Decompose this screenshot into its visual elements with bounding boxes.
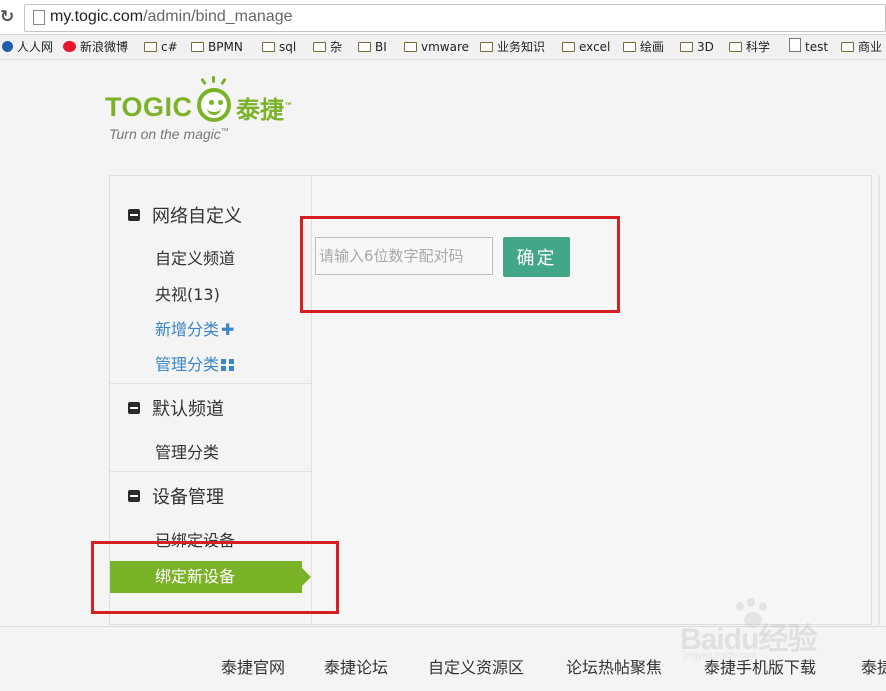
bookmark-folder-bpmn[interactable]: BPMN — [191, 38, 243, 56]
folder-icon — [262, 42, 275, 52]
annotation-box-sidebar — [91, 541, 339, 614]
page-icon — [33, 10, 45, 25]
logo-chinese-name: 泰捷™ — [236, 96, 293, 124]
weibo-icon — [63, 41, 76, 52]
folder-icon — [680, 42, 693, 52]
bookmark-weibo[interactable]: 新浪微博 — [63, 38, 128, 56]
reload-icon[interactable]: ↻ — [0, 7, 14, 27]
section-default-channels[interactable]: 默认频道 — [128, 399, 224, 421]
watermark-subtext: jingyan.baidu.com — [684, 650, 757, 660]
address-bar: ↻ my.togic.com/admin/bind_manage — [0, 0, 886, 35]
baidu-jingyan-watermark: Baidu经验 jingyan.baidu.com — [680, 598, 850, 660]
collapse-icon[interactable] — [128, 402, 140, 414]
footer-link-custom-resources[interactable]: 自定义资源区 — [428, 658, 524, 678]
folder-icon — [480, 42, 493, 52]
folder-icon — [358, 42, 371, 52]
bookmark-folder-commerce[interactable]: 商业 — [841, 38, 882, 56]
bookmark-folder-sql[interactable]: sql — [262, 38, 296, 56]
sidebar-item-custom-channel[interactable]: 自定义频道 — [155, 249, 235, 269]
sidebar-item-manage-category[interactable]: 管理分类 — [155, 355, 235, 375]
folder-icon — [562, 42, 575, 52]
collapse-icon[interactable] — [128, 490, 140, 502]
divider — [110, 471, 311, 472]
footer-link-official-site[interactable]: 泰捷官网 — [221, 658, 285, 678]
sidebar-item-manage-default-category[interactable]: 管理分类 — [155, 443, 219, 463]
folder-icon — [191, 42, 204, 52]
bookmark-folder-bi[interactable]: BI — [358, 38, 387, 56]
bookmark-folder-drawing[interactable]: 绘画 — [623, 38, 664, 56]
footer-link-more[interactable]: 泰捷 — [861, 658, 886, 678]
bookmark-renren[interactable]: 人人网 — [2, 38, 53, 56]
footer-link-forum[interactable]: 泰捷论坛 — [324, 658, 388, 678]
plus-icon: ✚ — [221, 320, 235, 339]
smiley-face-icon — [197, 88, 231, 122]
grid-icon — [221, 359, 235, 371]
bookmark-folder-excel[interactable]: excel — [562, 38, 610, 56]
sidebar-item-cctv[interactable]: 央视(13) — [155, 285, 220, 305]
folder-icon — [729, 42, 742, 52]
folder-icon — [404, 42, 417, 52]
annotation-box-input — [300, 216, 620, 313]
bookmark-test[interactable]: test — [789, 38, 828, 56]
section-device-management[interactable]: 设备管理 — [128, 487, 224, 509]
bookmark-folder-science[interactable]: 科学 — [729, 38, 770, 56]
url-text[interactable]: my.togic.com/admin/bind_manage — [50, 7, 293, 27]
logo-wordmark: TOGIC — [105, 92, 193, 122]
footer-link-mobile-download[interactable]: 泰捷手机版下载 — [704, 658, 816, 678]
folder-icon — [841, 42, 854, 52]
bookmark-folder-3d[interactable]: 3D — [680, 38, 714, 56]
folder-icon — [144, 42, 157, 52]
footer-link-hot-posts[interactable]: 论坛热帖聚焦 — [566, 658, 662, 678]
section-network-custom[interactable]: 网络自定义 — [128, 206, 242, 228]
page-icon — [789, 38, 801, 52]
sidebar-item-add-category[interactable]: 新增分类 ✚ — [155, 320, 234, 340]
page-edge — [878, 175, 880, 625]
bookmark-folder-misc[interactable]: 杂 — [313, 38, 342, 56]
folder-icon — [623, 42, 636, 52]
bookmark-folder-csharp[interactable]: c# — [144, 38, 178, 56]
bookmarks-bar: 人人网 新浪微博 c# BPMN sql 杂 BI vmware 业务知识 ex… — [0, 35, 886, 60]
folder-icon — [313, 42, 326, 52]
bookmark-folder-vmware[interactable]: vmware — [404, 38, 469, 56]
renren-icon — [2, 41, 13, 52]
logo-tagline: Turn on the magic™ — [109, 126, 229, 142]
collapse-icon[interactable] — [128, 209, 140, 221]
url-field[interactable]: my.togic.com/admin/bind_manage — [24, 4, 886, 32]
logo-rays — [197, 76, 231, 86]
bookmark-folder-business[interactable]: 业务知识 — [480, 38, 545, 56]
divider — [110, 383, 311, 384]
